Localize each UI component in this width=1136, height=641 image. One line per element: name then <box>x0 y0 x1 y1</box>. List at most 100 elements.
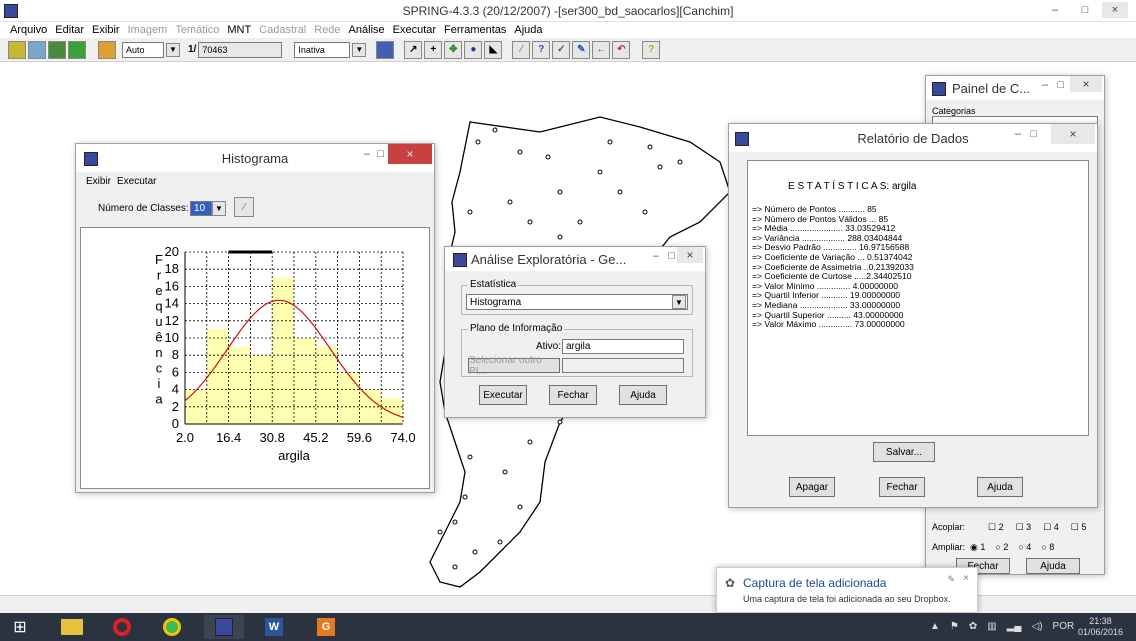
chevron-up-icon[interactable]: ▲ <box>930 621 940 632</box>
maximize-button[interactable]: □ <box>1030 128 1037 140</box>
edit-pencil-icon[interactable]: ⁄ <box>234 197 254 217</box>
chevron-down-icon[interactable]: ▼ <box>352 42 367 57</box>
settings-icon[interactable]: ✎ <box>947 574 955 585</box>
project-icon[interactable] <box>28 40 46 59</box>
acoplar-option[interactable]: ☐ 2 <box>988 522 1004 533</box>
menu-editar[interactable]: Editar <box>55 24 84 36</box>
salvar-button[interactable]: Salvar... <box>873 442 935 462</box>
minimize-button[interactable]: – <box>653 250 659 262</box>
volume-icon[interactable]: ◁) <box>1032 621 1043 632</box>
info-icon[interactable]: ● <box>464 40 483 59</box>
fechar-button[interactable]: Fechar <box>879 477 925 497</box>
minimize-button[interactable]: – <box>1042 79 1048 91</box>
maximize-button[interactable]: □ <box>377 148 384 160</box>
layers-icon[interactable] <box>48 40 66 59</box>
relatorio-title: Relatório de Dados <box>857 131 969 146</box>
cursor-icon[interactable]: ◣ <box>484 40 503 59</box>
ampliar-option[interactable]: ◉ 1 <box>970 542 985 553</box>
ampliar-option[interactable]: ○ 8 <box>1041 542 1054 553</box>
dropbox-tray-icon[interactable]: ✿ <box>969 621 977 632</box>
estatistica-group: Estatística Histograma ▼ <box>461 279 693 315</box>
grid-icon[interactable] <box>376 40 395 59</box>
close-button[interactable]: × <box>1102 2 1128 18</box>
query-icon[interactable]: ? <box>532 40 551 59</box>
word-icon[interactable]: W <box>254 615 294 639</box>
menu-analise[interactable]: Análise <box>349 24 385 36</box>
menu-mnt[interactable]: MNT <box>227 24 251 36</box>
acoplar-option[interactable]: ☐ 4 <box>1043 522 1059 533</box>
menu-exibir[interactable]: Exibir <box>92 24 120 36</box>
maximize-button[interactable]: □ <box>668 250 675 262</box>
selecionar-pi-button[interactable]: Selecionar outro PI... <box>468 355 560 377</box>
painel-ajuda-button[interactable]: Ajuda <box>1026 558 1080 574</box>
estatistica-value: Histograma <box>470 296 522 308</box>
ajuda-button[interactable]: Ajuda <box>619 385 667 405</box>
menu-ajuda[interactable]: Ajuda <box>514 24 542 36</box>
classes-select[interactable]: 10 <box>190 201 212 216</box>
menu-rede[interactable]: Rede <box>314 24 340 36</box>
minimize-button[interactable]: – <box>364 148 370 160</box>
back-icon[interactable]: ← <box>592 40 611 59</box>
menu-arquivo[interactable]: Arquivo <box>10 24 47 36</box>
close-button[interactable]: × <box>388 144 432 164</box>
close-button[interactable]: × <box>1070 76 1102 92</box>
file-explorer-icon[interactable] <box>52 615 92 639</box>
chrome-icon[interactable] <box>152 615 192 639</box>
fechar-button[interactable]: Fechar <box>549 385 597 405</box>
help-icon[interactable]: ? <box>642 40 661 59</box>
pdf-creator-icon[interactable]: G <box>306 615 346 639</box>
ampliar-option[interactable]: ○ 2 <box>995 542 1008 553</box>
chevron-down-icon[interactable]: ▼ <box>212 201 226 216</box>
y-axis-label-letter: ê <box>155 330 162 345</box>
display-icon[interactable] <box>98 40 116 59</box>
zoom-in-icon[interactable]: ↗ <box>404 40 423 59</box>
menu-executar[interactable]: Executar <box>393 24 436 36</box>
zoom-mode-select[interactable]: Auto <box>122 41 164 58</box>
database-icon[interactable] <box>8 40 26 59</box>
menu-cadastral[interactable]: Cadastral <box>259 24 306 36</box>
menu-executar[interactable]: Executar <box>117 176 156 187</box>
close-icon[interactable]: × <box>963 573 969 584</box>
chevron-down-icon[interactable]: ▼ <box>672 295 686 309</box>
menu-exibir[interactable]: Exibir <box>86 176 111 187</box>
windows-start-icon[interactable]: ⊞ <box>0 615 40 639</box>
mode-select[interactable]: Inativa <box>294 41 351 58</box>
y-tick-label: 0 <box>172 416 179 431</box>
close-button[interactable]: × <box>1051 124 1095 144</box>
estatistica-select[interactable]: Histograma <box>466 294 688 310</box>
spring-taskbar-icon[interactable] <box>204 615 244 639</box>
close-button[interactable]: × <box>677 247 703 263</box>
undo-icon[interactable]: ↶ <box>612 40 631 59</box>
minimize-button[interactable]: – <box>1042 2 1068 18</box>
executar-button[interactable]: Executar <box>479 385 527 405</box>
chevron-down-icon[interactable]: ▼ <box>166 42 180 57</box>
language-indicator[interactable]: POR <box>1053 621 1075 632</box>
acoplar-option[interactable]: ☐ 5 <box>1071 522 1087 533</box>
edit-line-icon[interactable]: ⁄ <box>512 40 531 59</box>
relatorio-text-area[interactable]: E S T A T Í S T I C A S: argila => Númer… <box>747 160 1089 436</box>
ampliar-option[interactable]: ○ 4 <box>1018 542 1031 553</box>
clock[interactable]: 21:38 01/06/2016 <box>1078 616 1123 638</box>
select-icon[interactable]: ✓ <box>552 40 571 59</box>
ajuda-button[interactable]: Ajuda <box>977 477 1023 497</box>
menu-tematico[interactable]: Temático <box>175 24 219 36</box>
opera-icon[interactable] <box>102 615 142 639</box>
minimize-button[interactable]: – <box>1015 128 1021 140</box>
scale-input[interactable]: 70463 <box>198 41 283 58</box>
menu-imagem[interactable]: Imagem <box>128 24 168 36</box>
draw-icon[interactable] <box>68 40 86 59</box>
maximize-button[interactable]: □ <box>1057 79 1064 91</box>
filter-icon[interactable]: ✎ <box>572 40 591 59</box>
acoplar-option[interactable]: ☐ 3 <box>1016 522 1032 533</box>
network-icon[interactable]: ▥ <box>987 621 996 632</box>
maximize-button[interactable]: □ <box>1072 2 1098 18</box>
dropbox-notification[interactable]: ✿ Captura de tela adicionada Uma captura… <box>716 567 978 613</box>
signal-icon[interactable]: ▂▄ <box>1007 621 1022 632</box>
menu-ferramentas[interactable]: Ferramentas <box>444 24 506 36</box>
pan-icon[interactable]: ✥ <box>444 40 463 59</box>
cross-icon[interactable]: + <box>424 40 443 59</box>
apagar-button[interactable]: Apagar <box>789 477 835 497</box>
mode-value: Inativa <box>298 44 325 55</box>
ativo-field[interactable]: argila <box>562 339 684 354</box>
flag-icon[interactable]: ⚑ <box>950 621 959 632</box>
